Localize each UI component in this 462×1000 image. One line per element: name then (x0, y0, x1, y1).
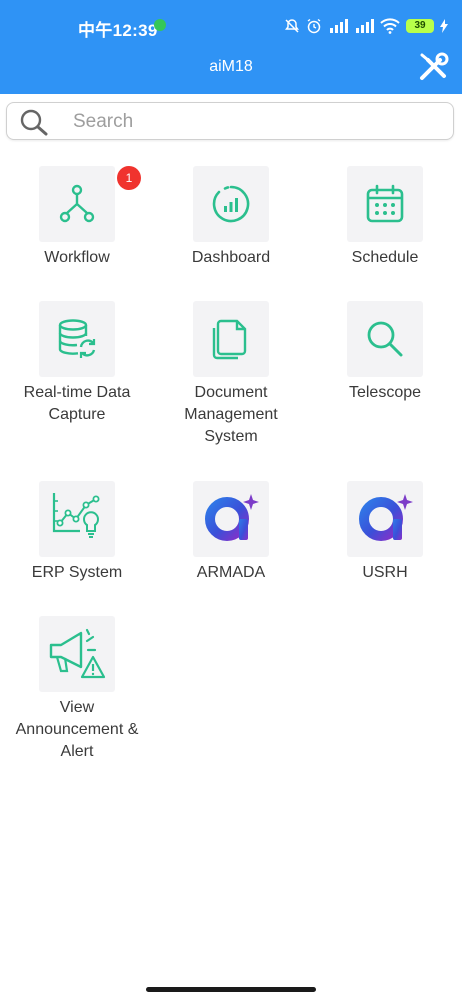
app-tile (193, 481, 269, 557)
magnifier-icon (367, 321, 403, 357)
dashboard-icon (212, 185, 250, 223)
workflow-icon (59, 184, 95, 223)
app-tile (347, 166, 423, 242)
app-header: 中午12:39 39 aiM18 (0, 0, 462, 94)
home-indicator[interactable] (146, 987, 316, 992)
app-label: View Announcement & Alert (15, 699, 139, 760)
alarm-icon (307, 18, 321, 34)
signal-2-icon (356, 19, 374, 33)
database-sync-icon (58, 319, 96, 358)
app-telescope[interactable]: Telescope (310, 301, 460, 404)
app-real-time-data-capture[interactable]: Real-time Data Capture (2, 301, 152, 426)
search-icon (20, 109, 48, 136)
app-tile (347, 301, 423, 377)
bell-muted-icon (285, 19, 299, 33)
app-label: Real-time Data Capture (23, 384, 131, 423)
search-input[interactable] (71, 107, 445, 137)
app-label: Workflow (44, 249, 110, 266)
app-document-management-system[interactable]: Document Management System (156, 301, 306, 448)
app-notification-icon (154, 19, 166, 31)
wifi-icon (380, 18, 400, 34)
documents-icon (212, 319, 247, 360)
megaphone-alert-icon (49, 628, 106, 679)
app-tile: 1 (39, 166, 141, 242)
status-time: 中午12:39 (78, 21, 158, 40)
app-label: Schedule (351, 249, 419, 266)
app-title: aiM18 (209, 58, 253, 75)
app-schedule[interactable]: Schedule (310, 166, 460, 269)
signal-icon (330, 19, 348, 33)
app-label: USRH (362, 564, 408, 581)
app-tile (193, 166, 269, 242)
app-tile (193, 301, 269, 377)
status-icons: 39 (284, 16, 448, 36)
charging-icon (440, 19, 448, 33)
app-label: Document Management System (184, 384, 278, 445)
app-dashboard[interactable]: Dashboard (156, 166, 306, 269)
app-workflow[interactable]: 1 Workflow (2, 166, 152, 269)
app-tile (39, 616, 115, 692)
app-armada[interactable]: ARMADA (156, 481, 306, 584)
search-bar[interactable] (6, 102, 454, 140)
app-usrh[interactable]: USRH (310, 481, 460, 584)
battery-indicator: 39 (406, 19, 434, 33)
app-label: Dashboard (191, 249, 271, 266)
wrench-screwdriver-icon (420, 52, 449, 80)
tools-button[interactable] (418, 52, 450, 82)
app-label: ARMADA (196, 564, 266, 581)
ai-app-logo-icon (205, 494, 259, 541)
app-tile (39, 301, 115, 377)
ai-app-logo-icon (359, 494, 413, 541)
chart-bulb-icon (52, 493, 100, 538)
app-tile (39, 481, 115, 557)
app-label: Telescope (348, 384, 422, 401)
app-label: ERP System (31, 564, 123, 581)
calendar-icon (366, 184, 404, 223)
app-view-announcement-alert[interactable]: View Announcement & Alert (2, 616, 152, 763)
app-erp-system[interactable]: ERP System (2, 481, 152, 584)
app-tile (347, 481, 423, 557)
notification-badge: 1 (117, 166, 141, 190)
